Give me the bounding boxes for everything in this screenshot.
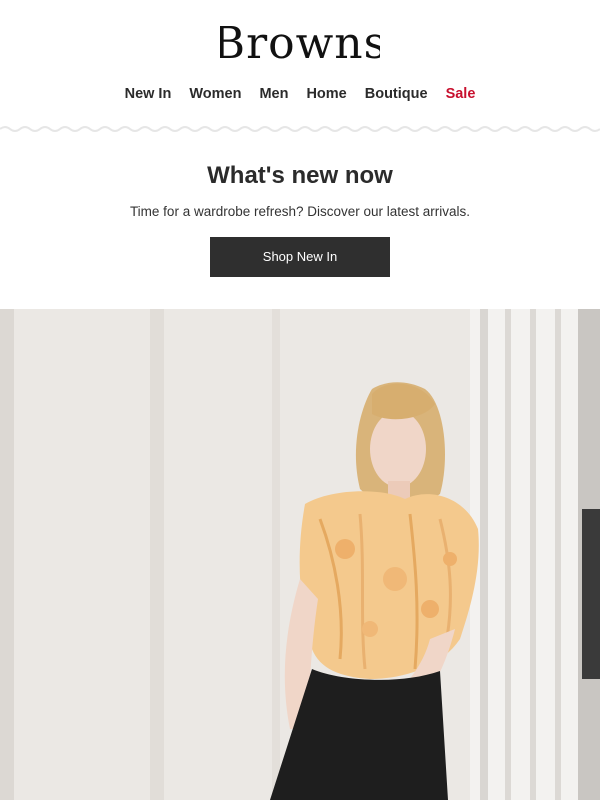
main-nav: New In Women Men Home Boutique Sale — [0, 86, 600, 102]
promo-section: What's new now Time for a wardrobe refre… — [0, 133, 600, 309]
promo-title: What's new now — [207, 162, 393, 189]
nav-new-in[interactable]: New In — [125, 86, 172, 102]
shop-new-in-button[interactable]: Shop New In — [210, 237, 390, 277]
nav-women[interactable]: Women — [189, 86, 241, 102]
nav-sale[interactable]: Sale — [446, 86, 476, 102]
nav-men[interactable]: Men — [259, 86, 288, 102]
hero-image[interactable] — [0, 309, 600, 800]
model-photo — [0, 309, 600, 800]
promo-subtitle: Time for a wardrobe refresh? Discover ou… — [129, 204, 471, 219]
nav-home[interactable]: Home — [306, 86, 346, 102]
brand-logo[interactable]: Browns — [0, 18, 600, 67]
nav-boutique[interactable]: Boutique — [365, 86, 428, 102]
wavy-divider — [0, 125, 600, 133]
email-header: Browns New In Women Men Home Boutique Sa… — [0, 0, 600, 125]
browns-logo-icon: Browns — [220, 18, 380, 62]
logo-wordmark: Browns — [220, 18, 380, 62]
